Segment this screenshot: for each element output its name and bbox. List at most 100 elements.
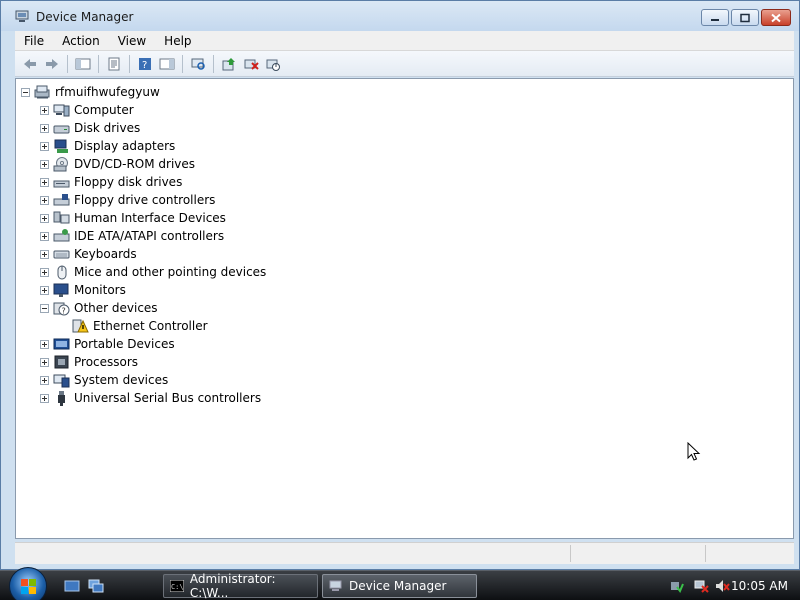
back-button[interactable] — [19, 53, 41, 75]
menu-help[interactable]: Help — [155, 31, 200, 50]
taskbar-cmd-button[interactable]: C:\ Administrator: C:\W... — [163, 572, 318, 600]
tree-category[interactable]: Display adapters — [40, 137, 175, 155]
tree-device-item[interactable]: Ethernet Controller — [59, 317, 208, 335]
tree-label: Floppy disk drives — [74, 175, 183, 189]
floppy-controller-icon — [53, 192, 70, 208]
minimize-button[interactable] — [701, 9, 729, 26]
expand-toggle[interactable] — [40, 123, 49, 133]
switch-windows-icon[interactable] — [88, 579, 104, 593]
device-manager-app-icon — [15, 10, 29, 22]
computer-icon — [53, 102, 70, 118]
update-driver-button[interactable] — [218, 53, 240, 75]
properties-icon — [108, 57, 120, 70]
keyboard-icon — [53, 246, 70, 262]
cmd-icon: C:\ — [170, 580, 184, 592]
safely-remove-hardware-icon[interactable] — [668, 578, 684, 594]
tree-root[interactable]: rfmuifhwufegyuw — [21, 83, 160, 101]
tree-category[interactable]: IDE ATA/ATAPI controllers — [40, 227, 224, 245]
expand-toggle[interactable] — [40, 213, 49, 223]
close-icon — [771, 13, 781, 22]
tree-category[interactable]: Processors — [40, 353, 138, 371]
disable-button[interactable] — [262, 53, 284, 75]
show-desktop-icon[interactable] — [64, 579, 80, 593]
expand-toggle[interactable] — [40, 285, 49, 295]
tree-label: Monitors — [74, 283, 126, 297]
expand-toggle[interactable] — [40, 339, 49, 349]
expand-toggle[interactable] — [40, 267, 49, 277]
show-hide-console-tree-button[interactable] — [72, 53, 94, 75]
expand-toggle[interactable] — [40, 375, 49, 385]
status-bar — [15, 542, 794, 564]
tree-category[interactable]: Monitors — [40, 281, 126, 299]
action-pane-button[interactable] — [156, 53, 178, 75]
ide-controller-icon — [53, 228, 70, 244]
taskbar-cmd-label: Administrator: C:\W... — [189, 572, 276, 600]
tree-category[interactable]: System devices — [40, 371, 168, 389]
expand-toggle[interactable] — [40, 357, 49, 367]
tree-category[interactable]: Human Interface Devices — [40, 209, 226, 227]
toolbar: ? — [15, 51, 794, 77]
tree-label: System devices — [74, 373, 169, 387]
processor-icon — [53, 354, 70, 370]
expand-toggle[interactable] — [40, 249, 49, 259]
tree-category[interactable]: Floppy drive controllers — [40, 191, 215, 209]
taskbar: C:\ Administrator: C:\W... Device Manage… — [0, 567, 800, 600]
network-disconnected-icon[interactable] — [694, 578, 710, 594]
forward-button[interactable] — [41, 53, 63, 75]
properties-button[interactable] — [103, 53, 125, 75]
tree-category[interactable]: Disk drives — [40, 119, 140, 137]
menu-bar: File Action View Help — [15, 31, 794, 51]
collapse-toggle[interactable] — [40, 303, 49, 313]
status-separator — [705, 545, 706, 562]
menu-action[interactable]: Action — [53, 31, 109, 50]
tree-label: Ethernet Controller — [93, 319, 208, 333]
dvd-drive-icon — [53, 156, 70, 172]
tree-category[interactable]: Mice and other pointing devices — [40, 263, 266, 281]
title-bar[interactable]: Device Manager — [1, 1, 799, 31]
tree-category[interactable]: Keyboards — [40, 245, 137, 263]
tree-category[interactable]: ? Other devices — [40, 299, 158, 317]
help-button[interactable]: ? — [134, 53, 156, 75]
uninstall-button[interactable] — [240, 53, 262, 75]
expand-toggle[interactable] — [40, 141, 49, 151]
show-hide-console-tree-icon — [75, 58, 91, 69]
tree-label: Floppy drive controllers — [74, 193, 216, 207]
expand-toggle[interactable] — [40, 177, 49, 187]
tree-category[interactable]: Universal Serial Bus controllers — [40, 389, 261, 407]
taskbar-clock[interactable]: 10:05 AM — [731, 579, 788, 593]
close-button[interactable] — [761, 9, 791, 26]
start-button[interactable] — [9, 567, 47, 600]
device-manager-icon — [329, 580, 342, 591]
expand-toggle[interactable] — [40, 231, 49, 241]
expand-toggle[interactable] — [40, 195, 49, 205]
device-tree[interactable]: rfmuifhwufegyuw Computer Disk drives Displ… — [15, 78, 794, 539]
expand-toggle[interactable] — [40, 393, 49, 403]
maximize-button[interactable] — [731, 9, 759, 26]
tree-category[interactable]: Portable Devices — [40, 335, 175, 353]
device-manager-window: Device Manager File Action View Help ? r… — [0, 0, 800, 570]
expand-toggle[interactable] — [40, 105, 49, 115]
tree-label: Other devices — [74, 301, 158, 315]
tree-label: IDE ATA/ATAPI controllers — [74, 229, 225, 243]
scan-hardware-changes-button[interactable] — [187, 53, 209, 75]
mouse-icon — [53, 264, 70, 280]
tree-label: Disk drives — [74, 121, 141, 135]
toolbar-separator — [129, 54, 130, 73]
svg-text:?: ? — [142, 60, 147, 71]
tree-label: Mice and other pointing devices — [74, 265, 267, 279]
tree-category[interactable]: Computer — [40, 101, 134, 119]
svg-text:?: ? — [62, 307, 66, 316]
collapse-toggle[interactable] — [21, 87, 30, 97]
volume-muted-icon[interactable] — [714, 578, 730, 594]
taskbar-device-manager-button[interactable]: Device Manager — [322, 574, 477, 598]
status-separator — [570, 545, 571, 562]
toolbar-separator — [67, 54, 68, 73]
tree-category[interactable]: DVD/CD-ROM drives — [40, 155, 195, 173]
menu-view[interactable]: View — [109, 31, 155, 50]
computer-root-icon — [34, 84, 51, 100]
disable-icon — [266, 59, 280, 71]
tree-category[interactable]: Floppy disk drives — [40, 173, 182, 191]
menu-file[interactable]: File — [15, 31, 53, 50]
system-devices-icon — [53, 372, 70, 388]
expand-toggle[interactable] — [40, 159, 49, 169]
